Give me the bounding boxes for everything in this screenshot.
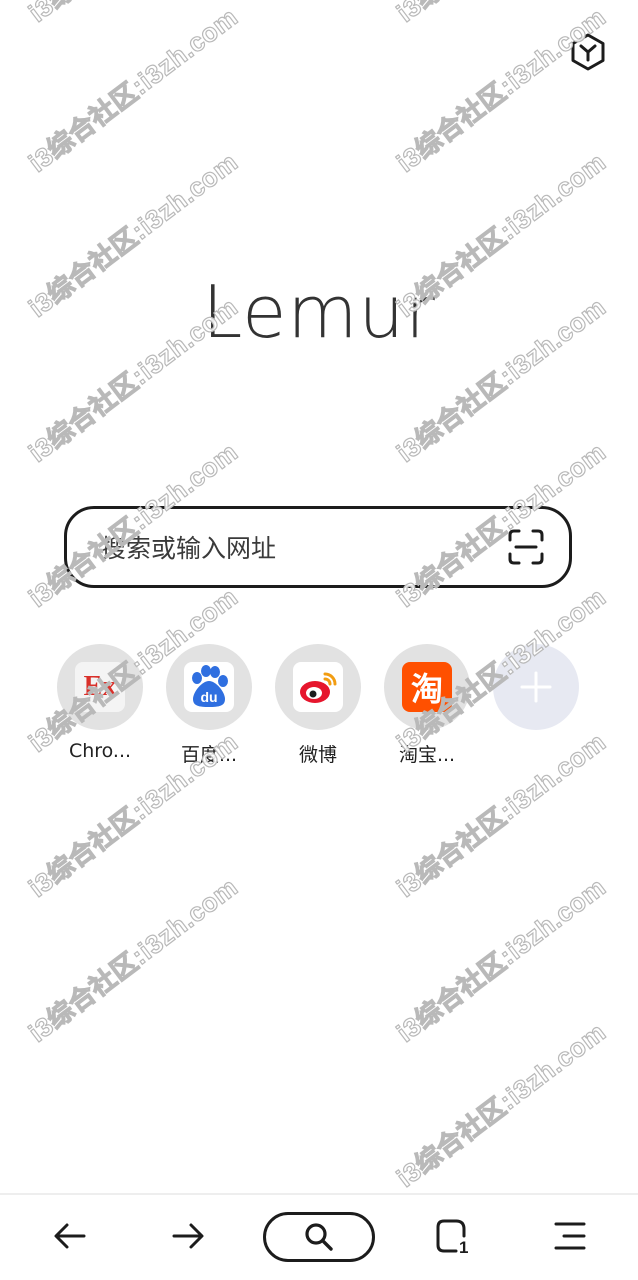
tile-text: 淘 [410, 670, 443, 708]
menu-icon [554, 1222, 586, 1250]
shortcut-icon-circle [493, 644, 579, 730]
taobao-icon: 淘 [402, 662, 452, 712]
bottom-divider [0, 1193, 638, 1195]
scan-button[interactable] [503, 524, 549, 570]
arrow-left-icon [54, 1223, 86, 1249]
watermark-text: i3综合社区:i3zh.com [22, 871, 244, 1048]
watermark-text: i3综合社区:i3zh.com [20, 0, 244, 30]
bottom-toolbar: 1 [0, 1196, 638, 1280]
tabs-count: 1 [459, 1238, 469, 1257]
search-icon [305, 1223, 333, 1251]
watermark-text: i3综合社区:i3zh.com [22, 1, 244, 178]
baidu-paw-icon: du [184, 662, 234, 712]
shortcut-label: 淘宝... [398, 744, 456, 766]
hexagon-extension-icon [571, 33, 605, 71]
shortcut-chrome-extension[interactable]: Ex Chro... [50, 644, 150, 762]
watermark-text: i3综合社区:i3zh.com [390, 871, 612, 1048]
shortcut-label: Chro... [68, 740, 132, 762]
shortcut-grid: Ex Chro... du 百度... 微博 淘 淘宝... [50, 644, 590, 774]
shortcut-label: 微博 [298, 744, 337, 766]
scan-icon [508, 529, 544, 565]
watermark-text: i3综合社区:i3zh.com [390, 1016, 612, 1193]
search-bar[interactable]: 搜索或输入网址 [64, 506, 572, 588]
extensions-button[interactable] [566, 30, 610, 74]
weibo-icon [293, 662, 343, 712]
tile-text: du [200, 689, 218, 705]
extension-ex-icon: Ex [75, 662, 125, 712]
shortcut-weibo[interactable]: 微博 [268, 644, 368, 767]
shortcut-icon-circle [275, 644, 361, 730]
weibo-graphic [300, 672, 337, 703]
browser-logo: Lemur [202, 270, 436, 354]
forward-button[interactable] [160, 1208, 216, 1264]
search-button[interactable] [263, 1212, 375, 1262]
plus-icon [520, 671, 552, 703]
menu-button[interactable] [542, 1208, 598, 1264]
watermark-layer: i3综合社区:i3zh.com i3综合社区:i3zh.com i3综合社区:i… [0, 0, 638, 1280]
arrow-right-icon [172, 1223, 204, 1249]
tabs-button[interactable]: 1 [424, 1208, 480, 1264]
shortcut-label: 百度... [180, 744, 238, 766]
shortcut-baidu[interactable]: du 百度... [159, 644, 259, 767]
search-input[interactable]: 搜索或输入网址 [101, 529, 503, 565]
shortcut-taobao[interactable]: 淘 淘宝... [377, 644, 477, 767]
watermark-text: i3综合社区:i3zh.com [388, 0, 612, 30]
add-shortcut-button[interactable] [486, 644, 586, 730]
shortcut-icon-circle: du [166, 644, 252, 730]
back-button[interactable] [42, 1208, 98, 1264]
watermark-text: i3综合社区:i3zh.com [390, 1, 612, 178]
shortcut-icon-circle: 淘 [384, 644, 470, 730]
tile-text: Ex [83, 671, 117, 702]
shortcut-icon-circle: Ex [57, 644, 143, 730]
